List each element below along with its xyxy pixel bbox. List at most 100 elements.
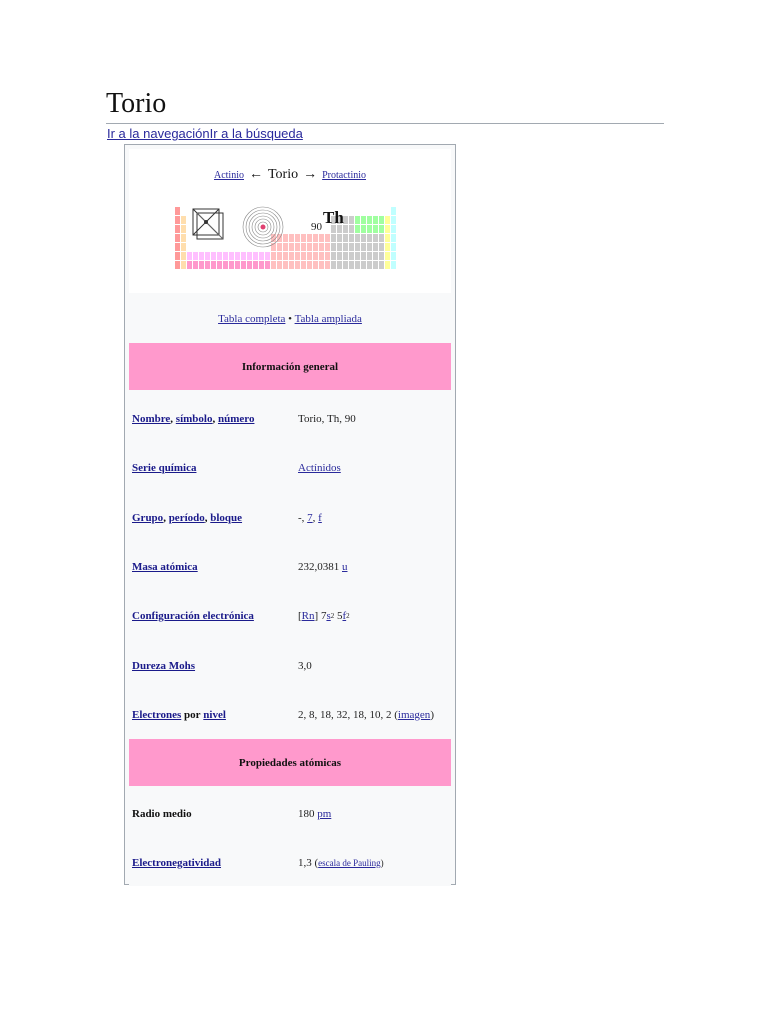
- next-element-link[interactable]: Protactinio: [322, 170, 366, 181]
- periodic-cell: [373, 234, 378, 242]
- actinides-link[interactable]: Actínidos: [298, 462, 341, 474]
- periodic-cell: [217, 261, 222, 269]
- picometer-link[interactable]: pm: [317, 808, 331, 820]
- atomic-mass-link[interactable]: Masa atómica: [132, 561, 198, 573]
- periodic-cell: [385, 234, 390, 242]
- periodic-cell: [349, 252, 354, 260]
- row-key: Nombre, símbolo, número: [132, 412, 255, 425]
- full-table-link[interactable]: Tabla completa: [218, 313, 285, 325]
- skip-to-navigation-link[interactable]: Ir a la navegación: [107, 126, 210, 141]
- table-links: Tabla completa • Tabla ampliada: [125, 313, 455, 325]
- periodic-cell: [325, 234, 330, 242]
- periodic-cell: [307, 261, 312, 269]
- periodic-cell: [289, 243, 294, 251]
- pauling-scale-link[interactable]: escala de Pauling: [318, 858, 380, 868]
- periodic-cell: [181, 261, 186, 269]
- periodic-cell: [175, 207, 180, 215]
- block-link[interactable]: bloque: [210, 512, 242, 524]
- periodic-cell: [247, 261, 252, 269]
- periodic-cell: [205, 261, 210, 269]
- group-link[interactable]: Grupo: [132, 512, 163, 524]
- periodic-cell: [307, 234, 312, 242]
- periodic-cell: [367, 225, 372, 233]
- crystal-structure-icon: [192, 208, 224, 240]
- periodic-cell: [253, 252, 258, 260]
- periodic-cell: [175, 234, 180, 242]
- periodic-table-image[interactable]: 90 Th: [129, 201, 451, 293]
- periodic-cell: [355, 252, 360, 260]
- electroneg-value: 1,3 (: [298, 856, 319, 869]
- periodic-cell: [337, 243, 342, 251]
- periodic-cell: [283, 252, 288, 260]
- periodic-cell: [313, 261, 318, 269]
- chemical-series-link[interactable]: Serie química: [132, 462, 196, 474]
- level-link[interactable]: nivel: [203, 709, 226, 721]
- periodic-cell: [217, 252, 222, 260]
- periodic-cell: [175, 216, 180, 224]
- page-title: Torio: [106, 88, 167, 119]
- config-exp-1: 2: [330, 611, 335, 620]
- row-mean-radius: Radio medio 180 pm: [129, 790, 451, 837]
- period-value-link[interactable]: 7: [307, 512, 313, 524]
- symbol-link[interactable]: símbolo: [176, 413, 213, 425]
- periodic-cell: [277, 261, 282, 269]
- periodic-cell: [283, 261, 288, 269]
- periodic-cell: [379, 234, 384, 242]
- close-paren: ): [430, 708, 434, 721]
- periodic-cell: [235, 261, 240, 269]
- periodic-cell: [289, 261, 294, 269]
- extended-table-link[interactable]: Tabla ampliada: [295, 313, 362, 325]
- periodic-cell: [199, 252, 204, 260]
- right-arrow: →: [303, 167, 318, 182]
- periodic-cell: [181, 234, 186, 242]
- periodic-cell: [331, 261, 336, 269]
- name-link[interactable]: Nombre: [132, 413, 170, 425]
- radon-link[interactable]: Rn: [302, 610, 315, 622]
- bullet-separator: •: [288, 313, 293, 325]
- shells-image-link[interactable]: imagen: [398, 709, 430, 721]
- skip-to-search-link[interactable]: Ir a la búsqueda: [210, 126, 303, 141]
- left-arrow: ←: [248, 167, 263, 182]
- periodic-cell: [325, 243, 330, 251]
- prev-element-link[interactable]: Actinio: [214, 170, 244, 181]
- mohs-hardness-link[interactable]: Dureza Mohs: [132, 660, 195, 672]
- periodic-cell: [325, 252, 330, 260]
- periodic-cell: [175, 261, 180, 269]
- periodic-cell: [331, 252, 336, 260]
- periodic-cell: [193, 261, 198, 269]
- periodic-cell: [337, 261, 342, 269]
- group-value: -,: [298, 511, 308, 524]
- electron-shell-icon: [242, 206, 284, 248]
- periodic-cell: [289, 234, 294, 242]
- number-link[interactable]: número: [218, 413, 254, 425]
- periodic-cell: [391, 207, 396, 215]
- periodic-cell: [187, 261, 192, 269]
- electron-config-link[interactable]: Configuración electrónica: [132, 610, 254, 622]
- electronegativity-link[interactable]: Electronegatividad: [132, 857, 221, 869]
- periodic-cell: [361, 252, 366, 260]
- periodic-cell: [343, 261, 348, 269]
- periodic-cell: [367, 216, 372, 224]
- period-link[interactable]: período: [169, 512, 205, 524]
- row-value: Torio, Th, 90: [298, 412, 356, 425]
- row-name-symbol-number: Nombre, símbolo, número Torio, Th, 90: [129, 395, 451, 442]
- mass-unit-link[interactable]: u: [342, 561, 348, 573]
- block-value-link[interactable]: f: [318, 512, 322, 524]
- periodic-cell: [301, 234, 306, 242]
- periodic-cell: [241, 252, 246, 260]
- periodic-cell: [301, 261, 306, 269]
- periodic-cell: [355, 261, 360, 269]
- element-navigation: Actinio ← Torio → Protactinio: [129, 149, 451, 201]
- periodic-cell: [175, 243, 180, 251]
- periodic-cell: [259, 261, 264, 269]
- periodic-cell: [229, 252, 234, 260]
- periodic-cell: [373, 243, 378, 251]
- periodic-cell: [205, 252, 210, 260]
- electrons-link[interactable]: Electrones: [132, 709, 181, 721]
- mean-radius-label: Radio medio: [132, 807, 192, 820]
- periodic-cell: [313, 243, 318, 251]
- periodic-cell: [373, 225, 378, 233]
- periodic-cell: [313, 252, 318, 260]
- periodic-cell: [337, 234, 342, 242]
- periodic-cell: [373, 252, 378, 260]
